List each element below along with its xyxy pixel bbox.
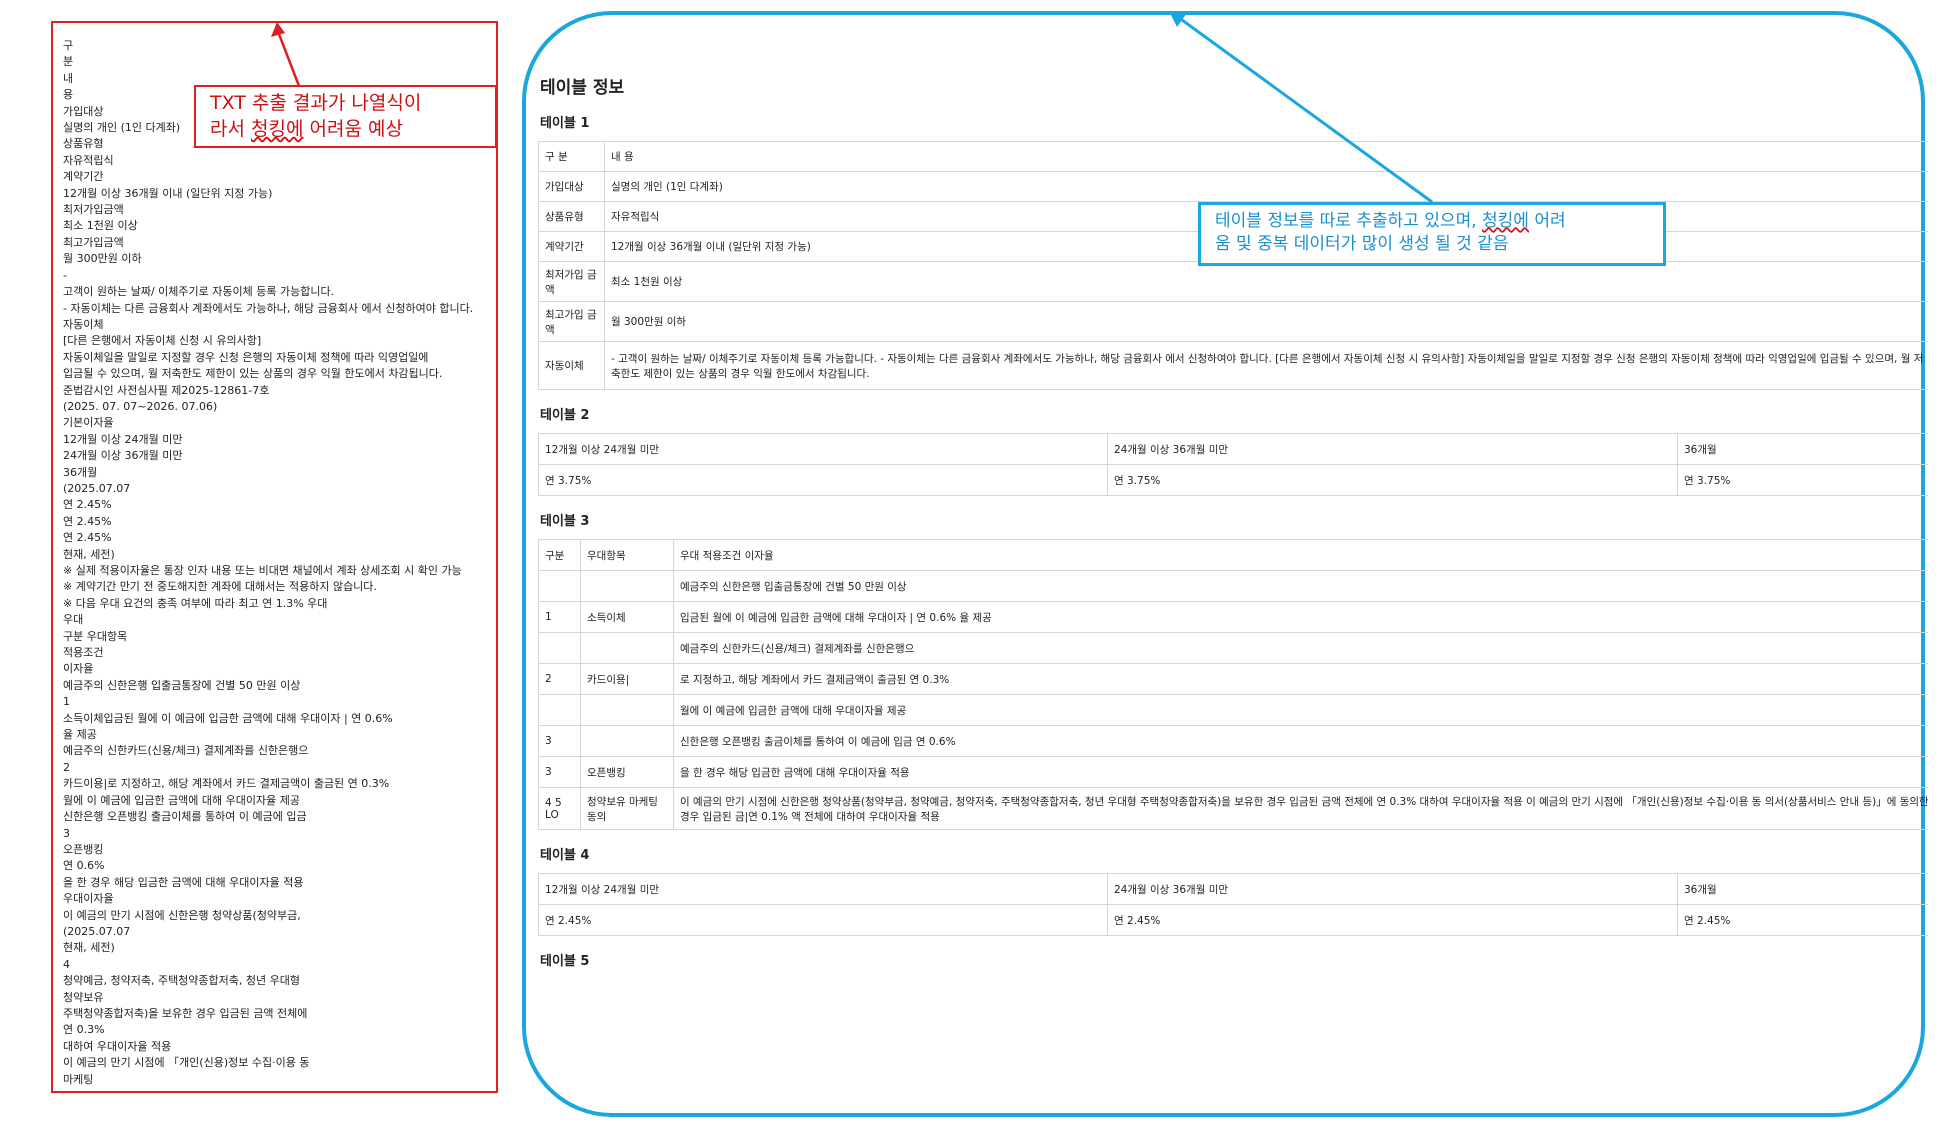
blue-arrow-line (1181, 18, 1433, 204)
callout-arrows (271, 11, 1433, 204)
blue-arrowhead-icon (1169, 11, 1187, 27)
red-arrow-line (277, 33, 301, 87)
red-arrowhead-icon (271, 22, 285, 37)
